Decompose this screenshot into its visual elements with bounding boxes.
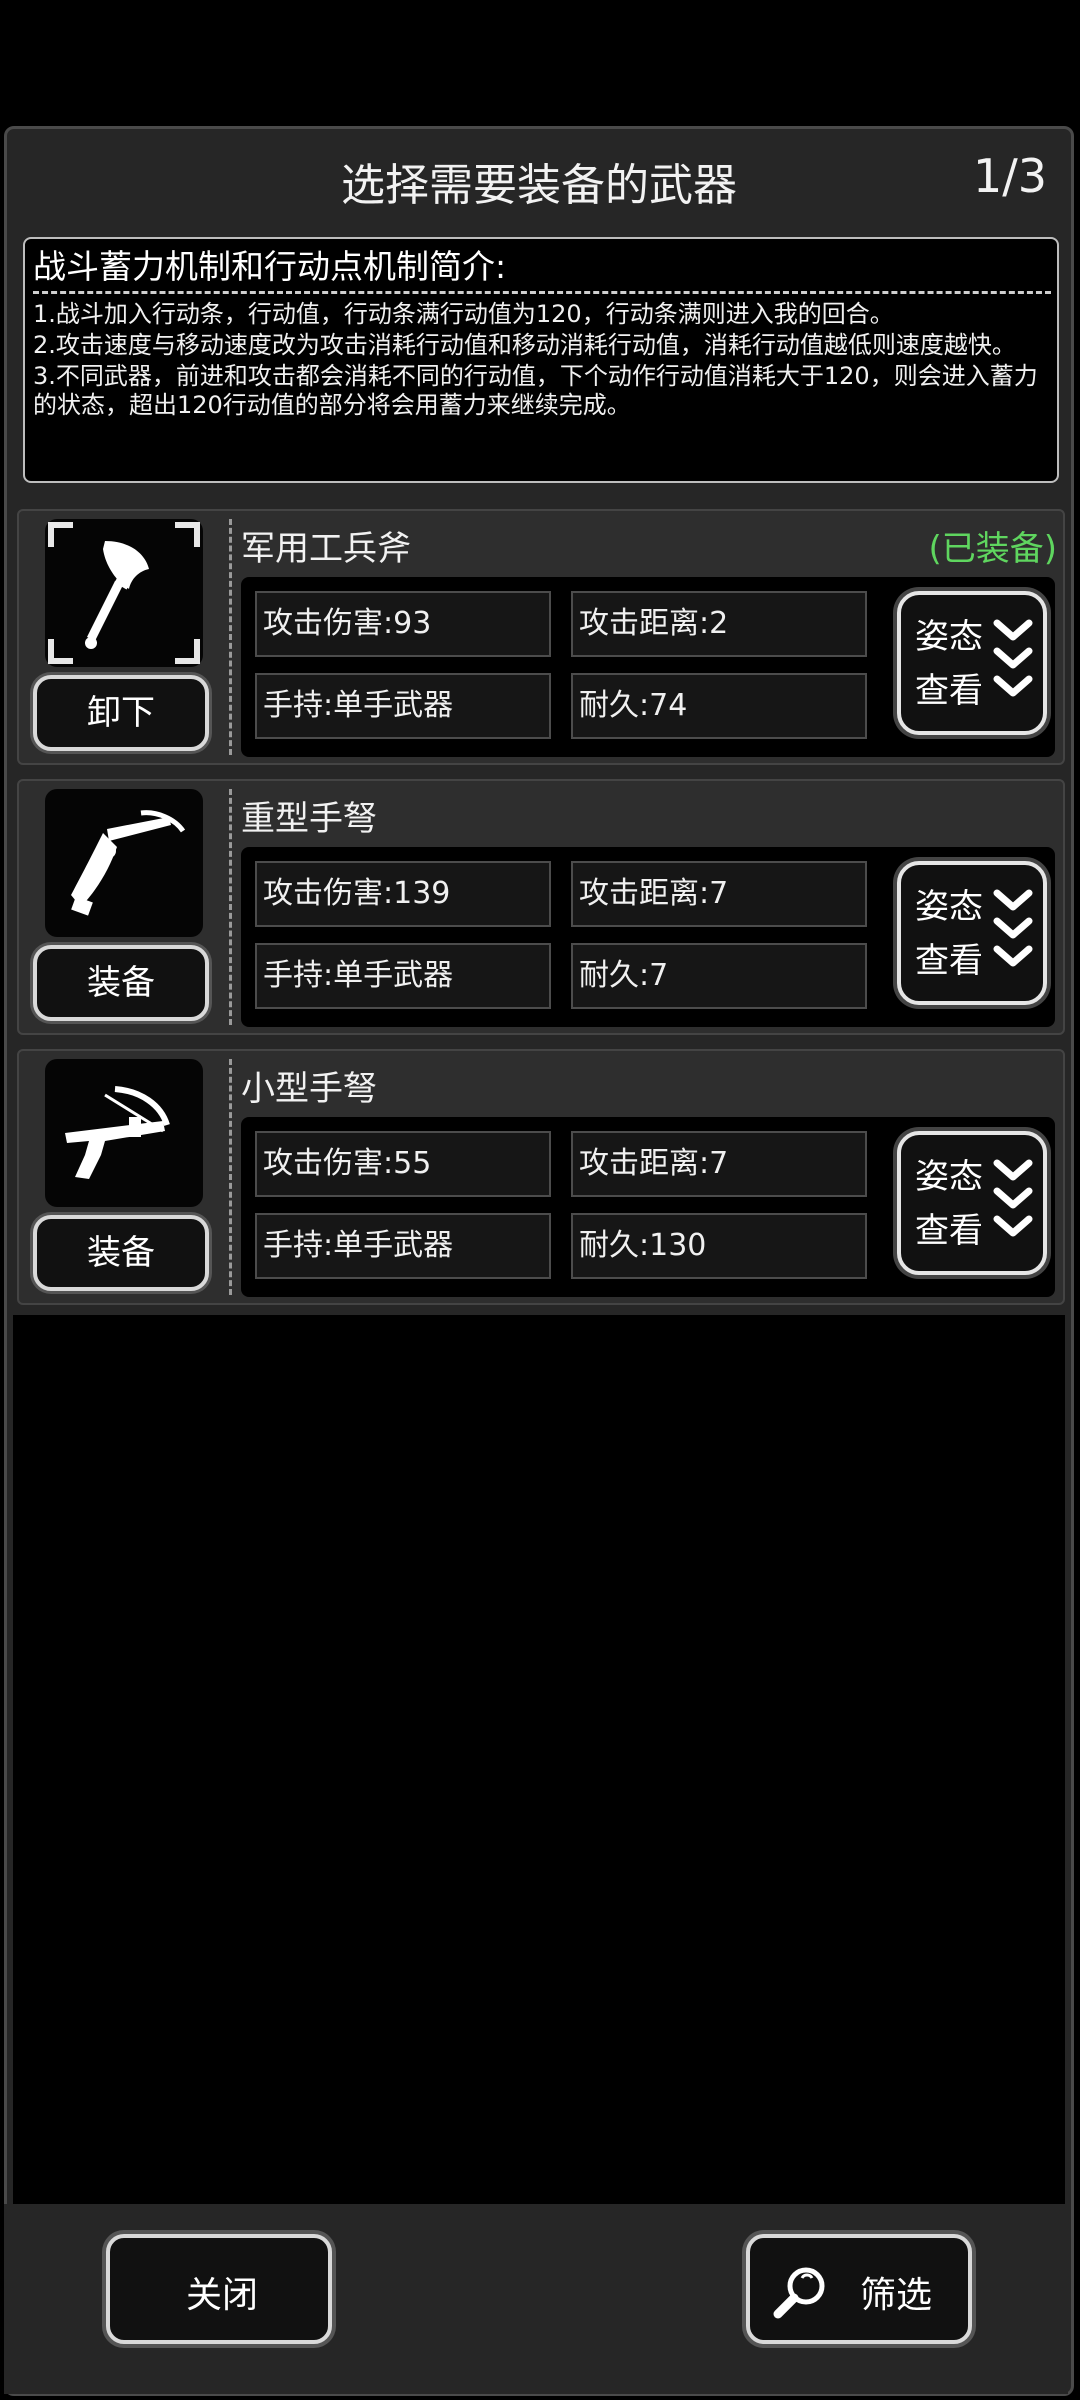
stat-range: 攻击距离:2 (571, 591, 867, 657)
weapon-stats: 攻击伤害:55 攻击距离:7 手持:单手武器 耐久:130 姿态 查看 (241, 1117, 1055, 1297)
heavy-crossbow-icon (71, 810, 186, 916)
card-divider (229, 519, 232, 755)
equip-button[interactable]: 装备 (33, 945, 209, 1021)
close-label: 关闭 (186, 2275, 259, 2316)
close-button[interactable]: 关闭 (106, 2234, 332, 2344)
stat-durability: 耐久:7 (571, 943, 867, 1009)
intro-line: 1.战斗加入行动条，行动值，行动条满行动值为120，行动条满则进入我的回合。 (33, 300, 894, 328)
stat-damage: 攻击伤害:93 (255, 591, 551, 657)
stat-damage: 攻击伤害:139 (255, 861, 551, 927)
chevron-down-icon (993, 1159, 1033, 1237)
stat-hand: 手持:单手武器 (255, 943, 551, 1009)
stat-durability: 耐久:74 (571, 673, 867, 739)
card-divider (229, 789, 232, 1025)
bottom-bar: 关闭 筛选 (4, 2204, 1068, 2394)
weapon-slot[interactable] (45, 789, 203, 937)
equipped-status: (已装备) (928, 529, 1057, 569)
weapon-select-panel: 选择需要装备的武器 1/3 战斗蓄力机制和行动点机制简介: 1.战斗加入行动条，… (4, 126, 1074, 2396)
page-indicator: 1/3 (972, 149, 1047, 203)
stance-view-button[interactable]: 姿态 查看 (897, 1131, 1047, 1275)
filter-button[interactable]: 筛选 (746, 2234, 972, 2344)
weapon-card: 卸下 军用工兵斧 (已装备) 攻击伤害:93 攻击距离:2 手持:单手武器 耐久… (17, 509, 1065, 765)
stat-hand: 手持:单手武器 (255, 673, 551, 739)
weapon-card: 装备 小型手弩 攻击伤害:55 攻击距离:7 手持:单手武器 耐久:130 姿态… (17, 1049, 1065, 1305)
stance-label: 姿态 (915, 617, 983, 657)
equip-button[interactable]: 装备 (33, 1215, 209, 1291)
stance-label: 姿态 (915, 1157, 983, 1197)
stat-range: 攻击距离:7 (571, 1131, 867, 1197)
weapon-card: 装备 重型手弩 攻击伤害:139 攻击距离:7 手持:单手武器 耐久:7 姿态 … (17, 779, 1065, 1035)
intro-line: 2.攻击速度与移动速度改为攻击消耗行动值和移动消耗行动值，消耗行动值越低则速度越… (33, 331, 1016, 359)
weapon-stats: 攻击伤害:93 攻击距离:2 手持:单手武器 耐久:74 姿态 查看 (241, 577, 1055, 757)
mechanics-intro-box: 战斗蓄力机制和行动点机制简介: 1.战斗加入行动条，行动值，行动条满行动值为12… (23, 237, 1059, 483)
stat-hand: 手持:单手武器 (255, 1213, 551, 1279)
chevron-down-icon (993, 619, 1033, 697)
page-title: 选择需要装备的武器 (341, 160, 737, 211)
weapon-name: 重型手弩 (241, 799, 377, 839)
weapon-name: 军用工兵斧 (241, 529, 411, 569)
intro-divider (33, 291, 1051, 294)
chevron-down-icon (993, 889, 1033, 967)
intro-heading: 战斗蓄力机制和行动点机制简介: (33, 247, 507, 286)
unequip-button[interactable]: 卸下 (33, 675, 209, 751)
weapon-slot[interactable] (45, 1059, 203, 1207)
stat-range: 攻击距离:7 (571, 861, 867, 927)
view-label: 查看 (915, 671, 983, 711)
weapon-name: 小型手弩 (241, 1069, 377, 1109)
stance-view-button[interactable]: 姿态 查看 (897, 591, 1047, 735)
empty-list-area (13, 1315, 1065, 2205)
intro-line: 3.不同武器，前进和攻击都会消耗不同的行动值，下个动作行动值消耗大于120，则会… (33, 362, 1038, 419)
filter-label: 筛选 (860, 2275, 933, 2316)
stat-durability: 耐久:130 (571, 1213, 867, 1279)
view-label: 查看 (915, 1211, 983, 1251)
small-crossbow-icon (65, 1086, 170, 1179)
stat-damage: 攻击伤害:55 (255, 1131, 551, 1197)
card-divider (229, 1059, 232, 1295)
stance-label: 姿态 (915, 887, 983, 927)
weapon-slot-selected[interactable] (45, 519, 203, 667)
view-label: 查看 (915, 941, 983, 981)
stance-view-button[interactable]: 姿态 查看 (897, 861, 1047, 1005)
weapon-stats: 攻击伤害:139 攻击距离:7 手持:单手武器 耐久:7 姿态 查看 (241, 847, 1055, 1027)
search-icon (773, 2267, 825, 2319)
axe-icon (48, 522, 200, 664)
